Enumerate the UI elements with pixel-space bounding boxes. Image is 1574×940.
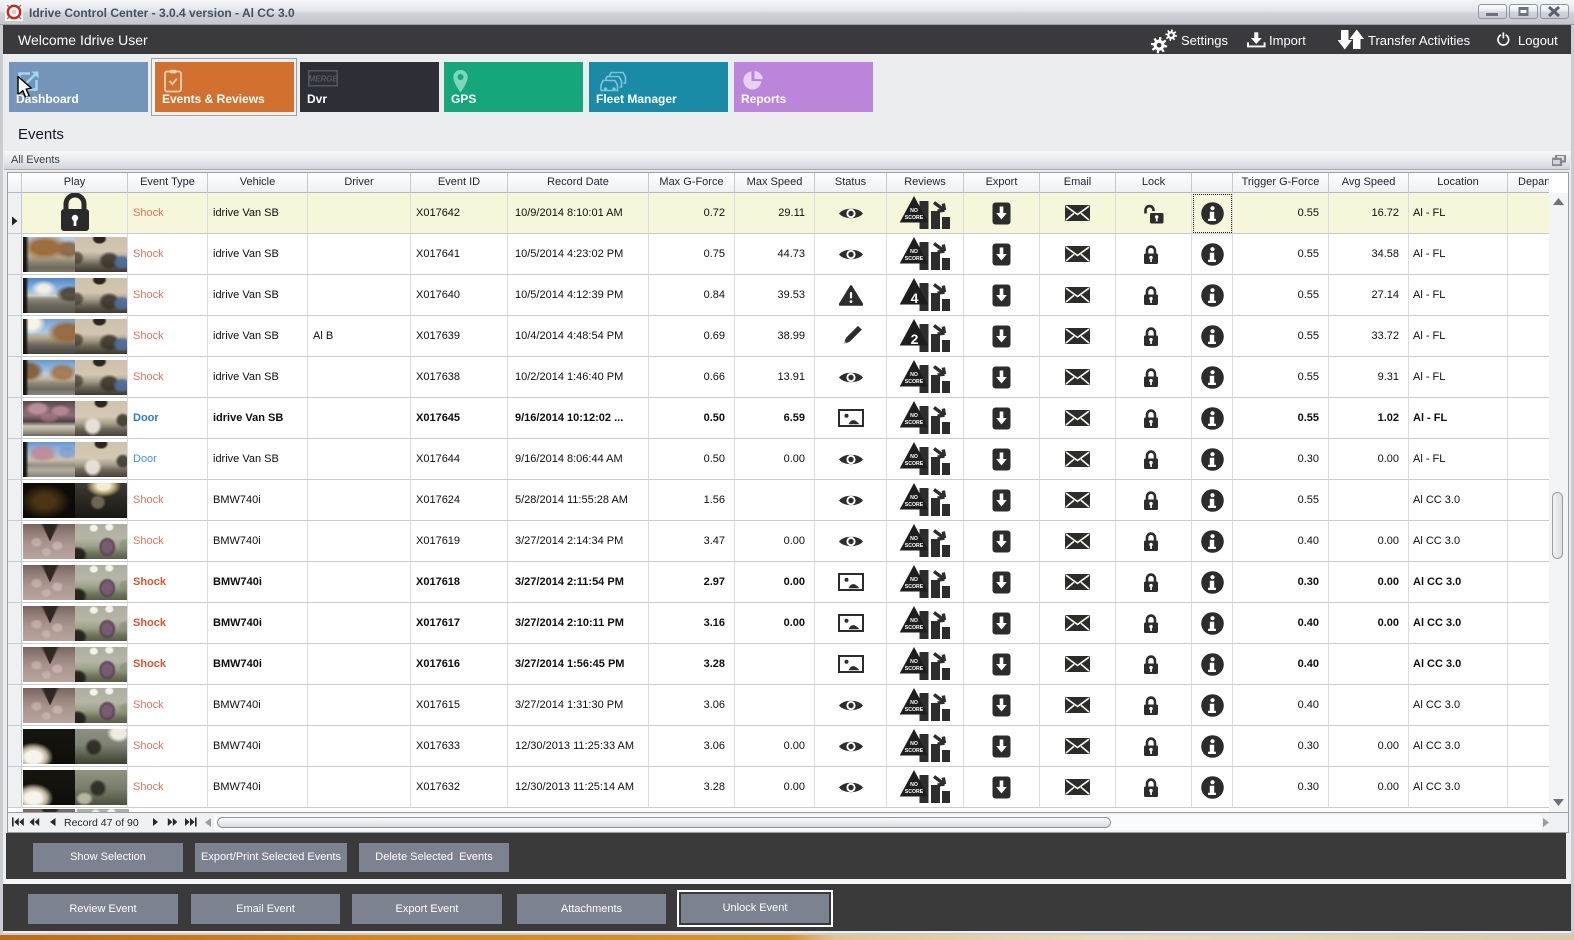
svg-text:MERGE: MERGE (308, 75, 338, 84)
